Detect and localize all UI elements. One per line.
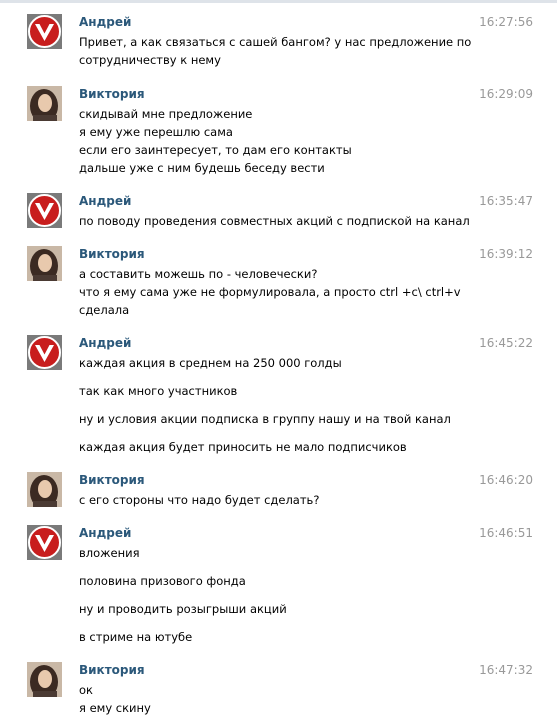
message-text: ок я ему скину — [79, 681, 529, 717]
message-line: дальше уже с ним будешь беседу вести — [79, 161, 325, 175]
viktoria-photo-avatar[interactable] — [27, 662, 62, 697]
andrey-logo-avatar[interactable] — [27, 14, 62, 49]
message-author[interactable]: Виктория — [79, 473, 145, 487]
message-text: с его стороны что надо будет сделать? — [79, 491, 529, 509]
message-author[interactable]: Андрей — [79, 15, 131, 29]
message-line: ну и условия акции подписка в группу наш… — [79, 412, 451, 426]
message-author[interactable]: Виктория — [79, 87, 145, 101]
message-time: 16:47:32 — [479, 663, 533, 677]
message-author[interactable]: Виктория — [79, 247, 145, 261]
message-line: по поводу проведения совместных акций с … — [79, 214, 470, 228]
message-text: а составить можешь по - человечески? что… — [79, 265, 529, 319]
message-line: каждая акция будет приносить не мало под… — [79, 440, 407, 454]
message-line: сотрудничеству к нему — [79, 53, 221, 67]
message-text: вложения половина призового фонда ну и п… — [79, 544, 529, 646]
message-line: что я ему сама уже не формулировала, а п… — [79, 285, 461, 299]
message-line: с его стороны что надо будет сделать? — [79, 493, 320, 507]
message-line: так как много участников — [79, 384, 238, 398]
viktoria-photo-avatar[interactable] — [27, 472, 62, 507]
message-line: я ему уже перешлю сама — [79, 125, 233, 139]
andrey-logo-avatar[interactable] — [27, 335, 62, 370]
andrey-logo-avatar[interactable] — [27, 193, 62, 228]
message-line: а составить можешь по - человечески? — [79, 267, 318, 281]
message-line: если его заинтересует, то дам его контак… — [79, 143, 352, 157]
message-time: 16:39:12 — [479, 247, 533, 261]
message-line: каждая акция в среднем на 250 000 голды — [79, 356, 342, 370]
viktoria-photo-avatar[interactable] — [27, 246, 62, 281]
message-text: по поводу проведения совместных акций с … — [79, 212, 529, 230]
message-line: половина призового фонда — [79, 574, 246, 588]
chat-history: Андрей 16:27:56 Привет, а как связаться … — [0, 0, 557, 726]
message-author[interactable]: Виктория — [79, 663, 145, 677]
message-line: ок — [79, 683, 93, 697]
message-line: сделала — [79, 303, 130, 317]
andrey-logo-avatar[interactable] — [27, 525, 62, 560]
message-line: скидывай мне предложение — [79, 107, 253, 121]
message-author[interactable]: Андрей — [79, 526, 131, 540]
message-time: 16:45:22 — [479, 336, 533, 350]
message-time: 16:27:56 — [479, 15, 533, 29]
message-author[interactable]: Андрей — [79, 194, 131, 208]
message-line: я ему скину — [79, 701, 151, 715]
message-line: Привет, а как связаться с сашей бангом? … — [79, 35, 472, 49]
message-author[interactable]: Андрей — [79, 336, 131, 350]
message-line: ну и проводить розыгрыши акций — [79, 602, 287, 616]
message-text: Привет, а как связаться с сашей бангом? … — [79, 33, 529, 69]
message-line: в стриме на ютубе — [79, 630, 193, 644]
message-time: 16:35:47 — [479, 194, 533, 208]
message-text: скидывай мне предложение я ему уже переш… — [79, 105, 529, 177]
message-time: 16:29:09 — [479, 87, 533, 101]
message-text: каждая акция в среднем на 250 000 голды … — [79, 354, 529, 456]
message-line: вложения — [79, 546, 140, 560]
message-time: 16:46:51 — [479, 526, 533, 540]
viktoria-photo-avatar[interactable] — [27, 86, 62, 121]
message-time: 16:46:20 — [479, 473, 533, 487]
